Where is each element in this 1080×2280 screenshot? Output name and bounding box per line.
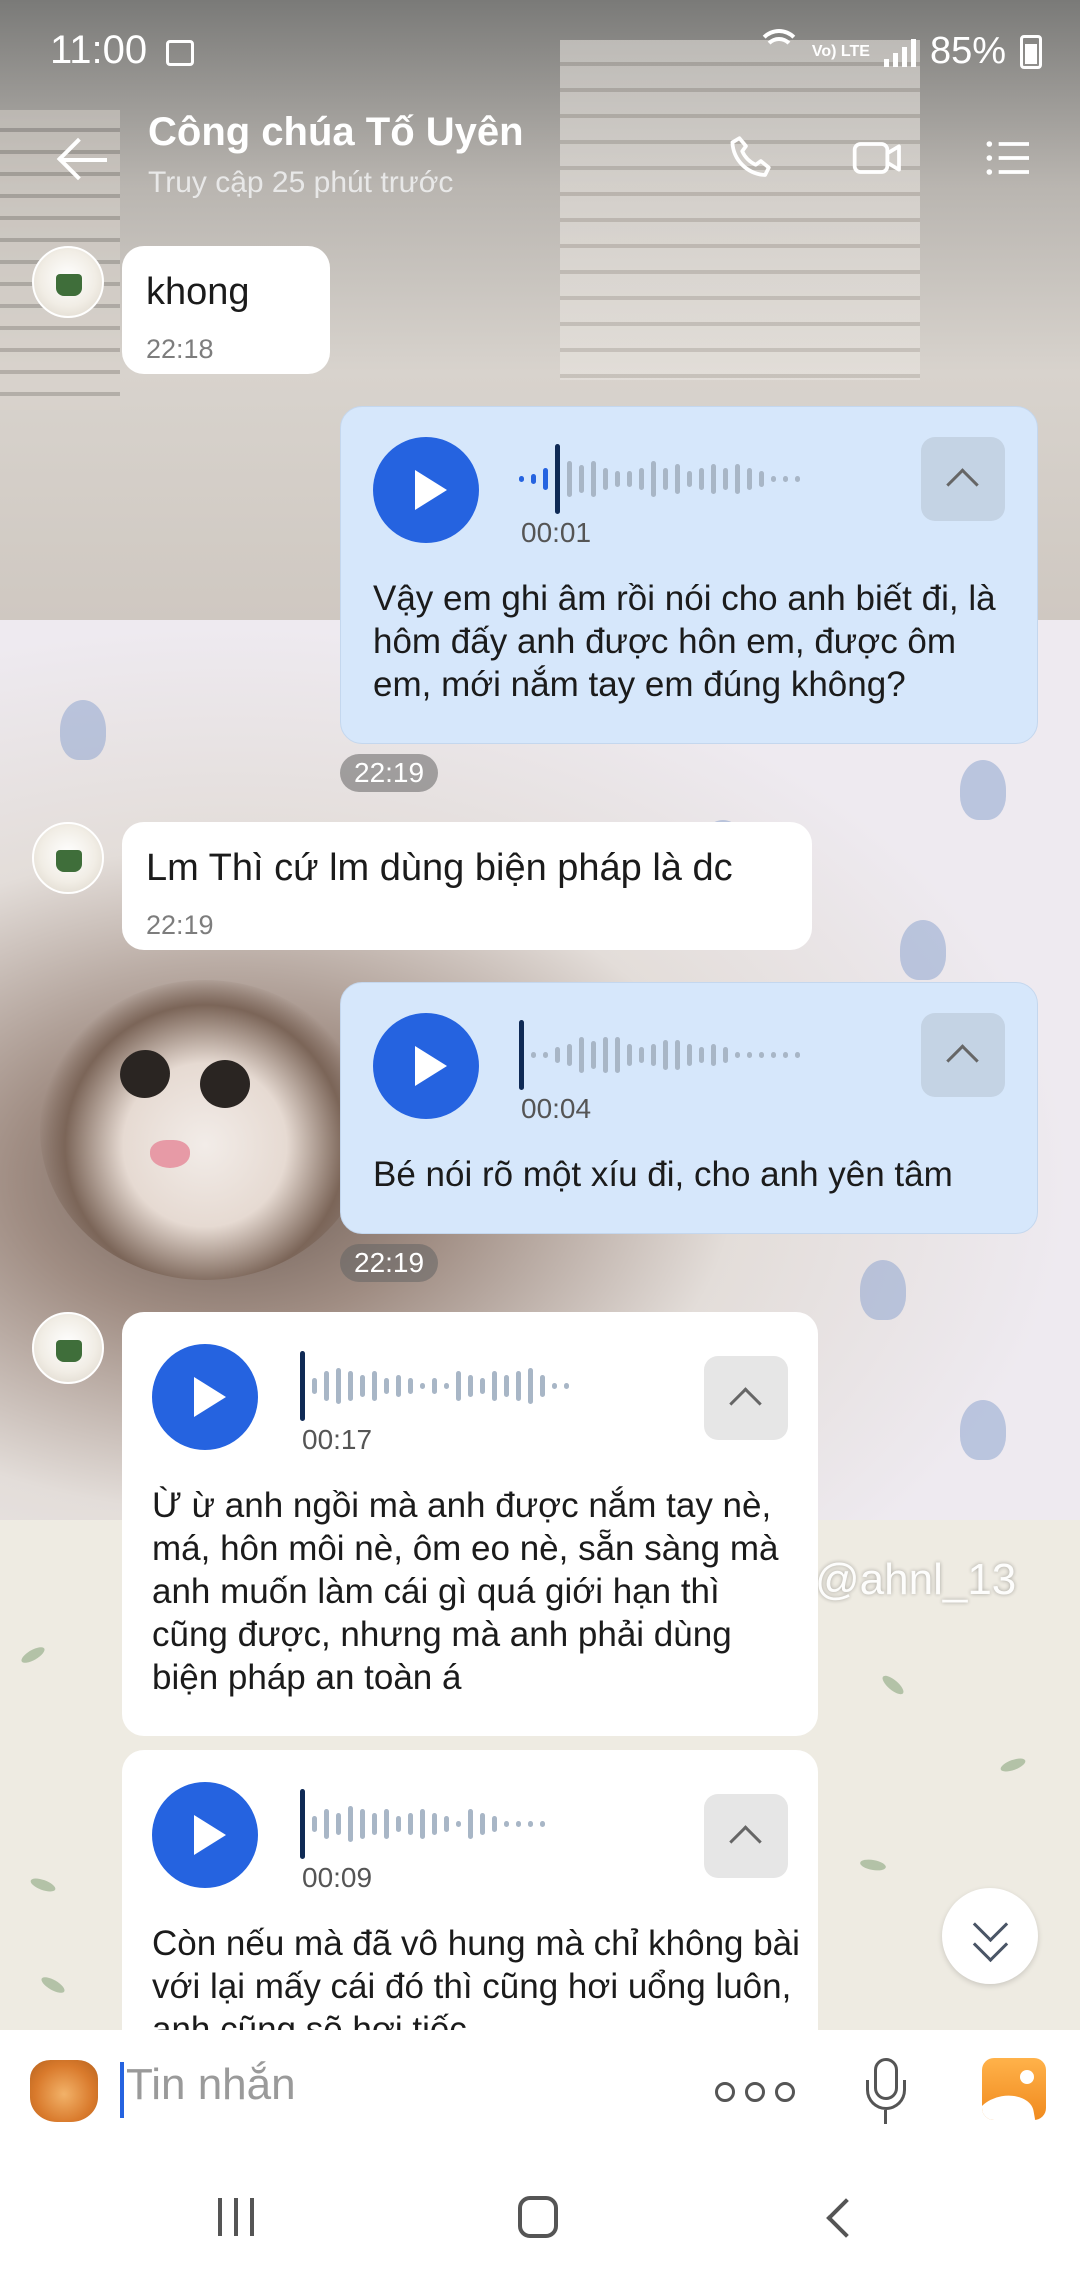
battery-icon <box>1020 34 1042 69</box>
voice-message-sent[interactable]: 00:04 Bé nói rõ một xíu đi, cho anh yên … <box>340 982 1038 1234</box>
voice-duration: 00:04 <box>521 1093 592 1124</box>
message-bubble-received[interactable]: Lm Thì cứ lm dùng biện pháp là dc 22:19 <box>122 822 812 950</box>
voice-message-received[interactable]: 00:09 Còn nếu mà đã vô hung mà chỉ không… <box>122 1750 818 2030</box>
video-icon[interactable] <box>848 130 908 186</box>
contact-avatar[interactable] <box>32 822 104 894</box>
signal-icon <box>883 37 916 67</box>
contact-avatar[interactable] <box>32 1312 104 1384</box>
voice-transcript: Bé nói rõ một xíu đi, cho anh yên tâm <box>373 1155 953 1194</box>
gallery-icon[interactable] <box>982 2058 1046 2120</box>
voice-waveform[interactable] <box>519 1020 800 1090</box>
image-notification-icon <box>166 40 194 66</box>
sticker-icon[interactable] <box>30 2060 98 2122</box>
chevron-up-icon[interactable] <box>704 1794 788 1878</box>
text-cursor <box>120 2062 124 2118</box>
play-icon[interactable] <box>152 1782 258 1888</box>
mic-icon[interactable] <box>862 2058 910 2124</box>
recents-button[interactable] <box>218 2198 254 2236</box>
message-input-bar: Tin nhắn <box>0 2030 1080 2150</box>
battery-percent: 85% <box>929 30 1006 72</box>
voice-transcript: Vậy em ghi âm rồi nói cho anh biết đi, l… <box>373 579 996 704</box>
message-input[interactable]: Tin nhắn <box>126 2060 296 2110</box>
menu-list-icon[interactable] <box>978 130 1038 186</box>
chevron-up-icon[interactable] <box>704 1356 788 1440</box>
volte-icon: Vo) LTE <box>811 42 870 60</box>
voice-transcript: Ừ ừ anh ngồi mà anh được nắm tay nè, má,… <box>152 1486 779 1697</box>
wifi-icon <box>755 28 802 67</box>
tiktok-watermark: @ahnl_13 <box>815 1555 1017 1604</box>
voice-duration: 00:01 <box>521 517 592 548</box>
message-time: 22:18 <box>146 334 214 364</box>
voice-message-sent[interactable]: 00:01 Vậy em ghi âm rồi nói cho anh biết… <box>340 406 1038 744</box>
phone-icon[interactable] <box>722 130 782 186</box>
time-separator: 22:19 <box>340 1244 439 1282</box>
voice-duration: 00:09 <box>302 1862 373 1893</box>
voice-waveform[interactable] <box>300 1789 545 1859</box>
more-icon[interactable] <box>715 2082 795 2102</box>
back-arrow-icon[interactable] <box>55 132 111 188</box>
chevron-up-icon[interactable] <box>921 437 1005 521</box>
voice-transcript: Còn nếu mà đã vô hung mà chỉ không bài v… <box>152 1924 800 2030</box>
status-bar: 11:00 Vo) LTE 85% <box>0 0 1080 100</box>
scroll-to-bottom-button[interactable] <box>942 1888 1038 1984</box>
system-navigation-bar <box>0 2150 1080 2280</box>
chat-header: Công chúa Tố Uyên Truy cập 25 phút trước <box>0 100 1080 240</box>
time-separator: 22:19 <box>340 754 439 792</box>
last-seen-status: Truy cập 25 phút trước <box>148 166 454 199</box>
play-icon[interactable] <box>152 1344 258 1450</box>
voice-message-received[interactable]: 00:17 Ừ ừ anh ngồi mà anh được nắm tay n… <box>122 1312 818 1736</box>
voice-duration: 00:17 <box>302 1424 373 1455</box>
home-button[interactable] <box>518 2196 558 2238</box>
contact-avatar[interactable] <box>32 246 104 318</box>
voice-waveform[interactable] <box>300 1351 569 1421</box>
play-icon[interactable] <box>373 1013 479 1119</box>
message-text: Lm Thì cứ lm dùng biện pháp là dc <box>146 847 733 889</box>
status-time: 11:00 <box>50 28 148 72</box>
play-icon[interactable] <box>373 437 479 543</box>
voice-waveform[interactable] <box>519 444 800 514</box>
message-time: 22:19 <box>146 910 214 940</box>
contact-name[interactable]: Công chúa Tố Uyên <box>148 110 524 155</box>
system-back-button[interactable] <box>826 2198 866 2238</box>
chevron-up-icon[interactable] <box>921 1013 1005 1097</box>
message-text: khong <box>146 271 250 313</box>
message-bubble-received[interactable]: khong 22:18 <box>122 246 330 374</box>
